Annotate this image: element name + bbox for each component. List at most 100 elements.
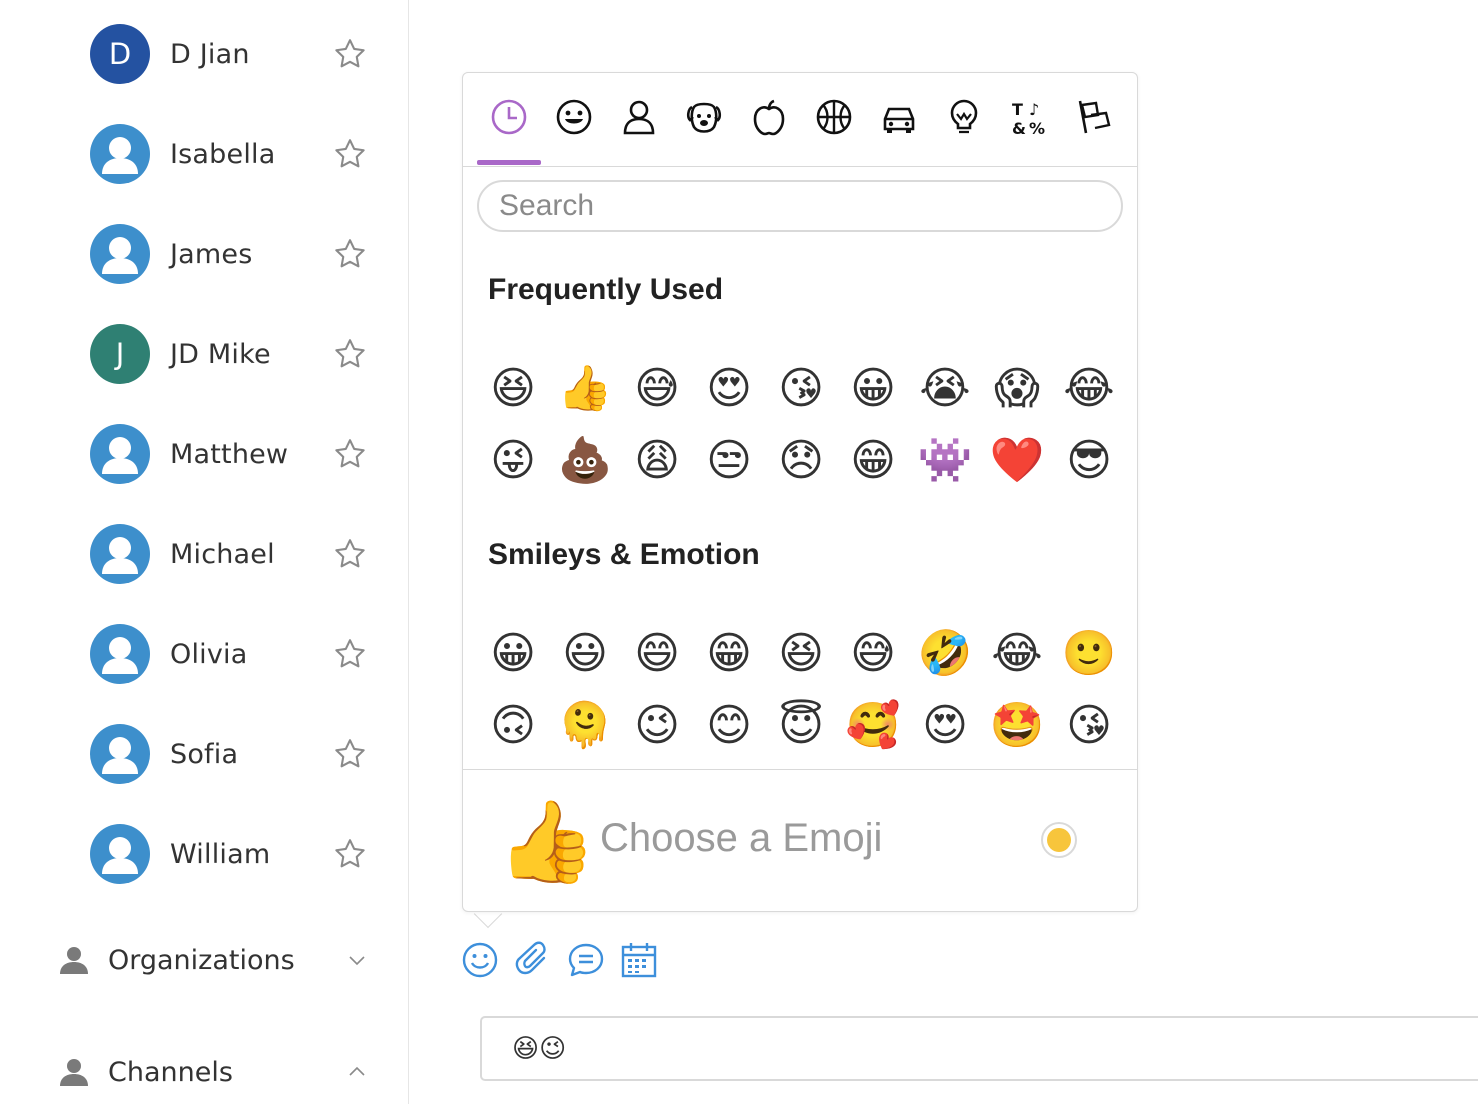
contact-william[interactable]: William bbox=[90, 824, 380, 884]
emoji-item[interactable]: 😒 bbox=[701, 425, 757, 497]
contact-jd-mike[interactable]: J JD Mike bbox=[90, 324, 380, 384]
message-input[interactable]: 😆😉 bbox=[480, 1016, 1478, 1081]
svg-text:%: % bbox=[1029, 119, 1045, 137]
emoji-item[interactable]: 😆 bbox=[485, 353, 541, 425]
category-flags[interactable] bbox=[1072, 95, 1116, 139]
emoji-item[interactable]: 😂 bbox=[1061, 353, 1117, 425]
emoji-item[interactable]: 🤣 bbox=[917, 618, 973, 690]
emoji-item[interactable]: 😆 bbox=[773, 618, 829, 690]
emoji-item[interactable]: 😞 bbox=[773, 425, 829, 497]
emoji-item[interactable]: 😁 bbox=[701, 618, 757, 690]
emoji-item[interactable]: 😍 bbox=[917, 690, 973, 762]
emoji-item[interactable]: 😘 bbox=[773, 353, 829, 425]
emoji-item[interactable]: 😅 bbox=[629, 353, 685, 425]
emoji-item[interactable]: 😱 bbox=[989, 353, 1045, 425]
svg-text:T: T bbox=[1012, 100, 1023, 119]
category-travel[interactable] bbox=[877, 95, 921, 139]
emoji-item[interactable]: 🤩 bbox=[989, 690, 1045, 762]
person-placeholder-icon bbox=[102, 537, 138, 574]
star-icon[interactable] bbox=[332, 736, 368, 772]
emoji-item[interactable]: 😍 bbox=[701, 353, 757, 425]
contact-olivia[interactable]: Olivia bbox=[90, 624, 380, 684]
emoji-preview: 👍 Choose a Emoji bbox=[463, 769, 1137, 911]
calendar-button[interactable] bbox=[619, 940, 659, 980]
star-icon[interactable] bbox=[332, 236, 368, 272]
emoji-item[interactable]: 😃 bbox=[557, 618, 613, 690]
skin-tone-selector[interactable] bbox=[1041, 822, 1077, 858]
star-icon[interactable] bbox=[332, 136, 368, 172]
category-smileys[interactable] bbox=[552, 95, 596, 139]
contact-name: Matthew bbox=[170, 438, 289, 470]
star-icon[interactable] bbox=[332, 636, 368, 672]
emoji-item[interactable]: 😄 bbox=[629, 618, 685, 690]
star-icon[interactable] bbox=[332, 836, 368, 872]
category-recent[interactable] bbox=[487, 95, 531, 139]
emoji-item[interactable]: 😂 bbox=[989, 618, 1045, 690]
contact-name: James bbox=[170, 238, 253, 270]
category-activity[interactable] bbox=[812, 95, 856, 139]
attach-button[interactable] bbox=[513, 940, 553, 980]
contact-sofia[interactable]: Sofia bbox=[90, 724, 380, 784]
person-placeholder-icon bbox=[102, 237, 138, 274]
emoji-item[interactable]: 😊 bbox=[701, 690, 757, 762]
emoji-button[interactable] bbox=[460, 940, 500, 980]
avatar: D bbox=[90, 24, 150, 84]
star-icon[interactable] bbox=[332, 536, 368, 572]
category-objects[interactable] bbox=[942, 95, 986, 139]
emoji-item[interactable]: 😀 bbox=[485, 618, 541, 690]
emoji-grid-frequently-used: 😆 👍 😅 😍 😘 😀 😭 😱 😂 😜 💩 😩 😒 😞 😁 👾 ❤️ 😎 bbox=[485, 353, 1115, 497]
category-people[interactable] bbox=[617, 95, 661, 139]
category-symbols[interactable]: T ♪ &% bbox=[1007, 95, 1051, 139]
emoji-item[interactable]: 😘 bbox=[1061, 690, 1117, 762]
person-icon bbox=[60, 1059, 88, 1086]
emoji-item[interactable]: 😩 bbox=[629, 425, 685, 497]
emoji-item[interactable]: 🫠 bbox=[557, 690, 613, 762]
chat-button[interactable] bbox=[566, 940, 606, 980]
contact-isabella[interactable]: Isabella bbox=[90, 124, 380, 184]
chevron-down-icon[interactable] bbox=[346, 949, 368, 971]
star-icon[interactable] bbox=[332, 36, 368, 72]
star-icon[interactable] bbox=[332, 336, 368, 372]
emoji-list: Frequently Used 😆 👍 😅 😍 😘 😀 😭 😱 😂 😜 💩 😩 … bbox=[463, 239, 1137, 769]
person-placeholder-icon bbox=[102, 837, 138, 874]
avatar bbox=[90, 824, 150, 884]
emoji-search-input[interactable] bbox=[477, 180, 1123, 232]
active-category-indicator bbox=[477, 160, 541, 165]
avatar bbox=[90, 724, 150, 784]
emoji-item[interactable]: 😁 bbox=[845, 425, 901, 497]
emoji-item[interactable]: 🥰 bbox=[845, 690, 901, 762]
emoji-item[interactable]: 👍 bbox=[557, 353, 613, 425]
star-icon[interactable] bbox=[332, 436, 368, 472]
emoji-item[interactable]: 👾 bbox=[917, 425, 973, 497]
category-bar: T ♪ &% bbox=[463, 73, 1137, 167]
emoji-item[interactable]: 🙃 bbox=[485, 690, 541, 762]
emoji-item[interactable]: 🙂 bbox=[1061, 618, 1117, 690]
contact-d-jian[interactable]: D D Jian bbox=[90, 24, 380, 84]
section-label: Organizations bbox=[108, 944, 295, 976]
section-organizations[interactable]: Organizations bbox=[58, 938, 378, 982]
section-channels[interactable]: Channels bbox=[58, 1050, 378, 1094]
emoji-item[interactable]: ❤️ bbox=[989, 425, 1045, 497]
contact-name: JD Mike bbox=[170, 338, 271, 370]
emoji-item[interactable]: 😀 bbox=[845, 353, 901, 425]
avatar bbox=[90, 224, 150, 284]
emoji-item[interactable]: 😇 bbox=[773, 690, 829, 762]
contact-name: William bbox=[170, 838, 271, 870]
emoji-item[interactable]: 😜 bbox=[485, 425, 541, 497]
emoji-item[interactable]: 😉 bbox=[629, 690, 685, 762]
emoji-item[interactable]: 😭 bbox=[917, 353, 973, 425]
emoji-item[interactable]: 💩 bbox=[557, 425, 613, 497]
contact-michael[interactable]: Michael bbox=[90, 524, 380, 584]
contact-matthew[interactable]: Matthew bbox=[90, 424, 380, 484]
avatar bbox=[90, 124, 150, 184]
contact-name: Sofia bbox=[170, 738, 239, 770]
chevron-up-icon[interactable] bbox=[346, 1061, 368, 1083]
contact-james[interactable]: James bbox=[90, 224, 380, 284]
emoji-item[interactable]: 😅 bbox=[845, 618, 901, 690]
category-food[interactable] bbox=[747, 95, 791, 139]
paperclip-icon bbox=[515, 941, 546, 975]
person-placeholder-icon bbox=[102, 137, 138, 174]
category-animals[interactable] bbox=[682, 95, 726, 139]
emoji-item[interactable]: 😎 bbox=[1061, 425, 1117, 497]
preview-emoji: 👍 bbox=[497, 797, 597, 886]
